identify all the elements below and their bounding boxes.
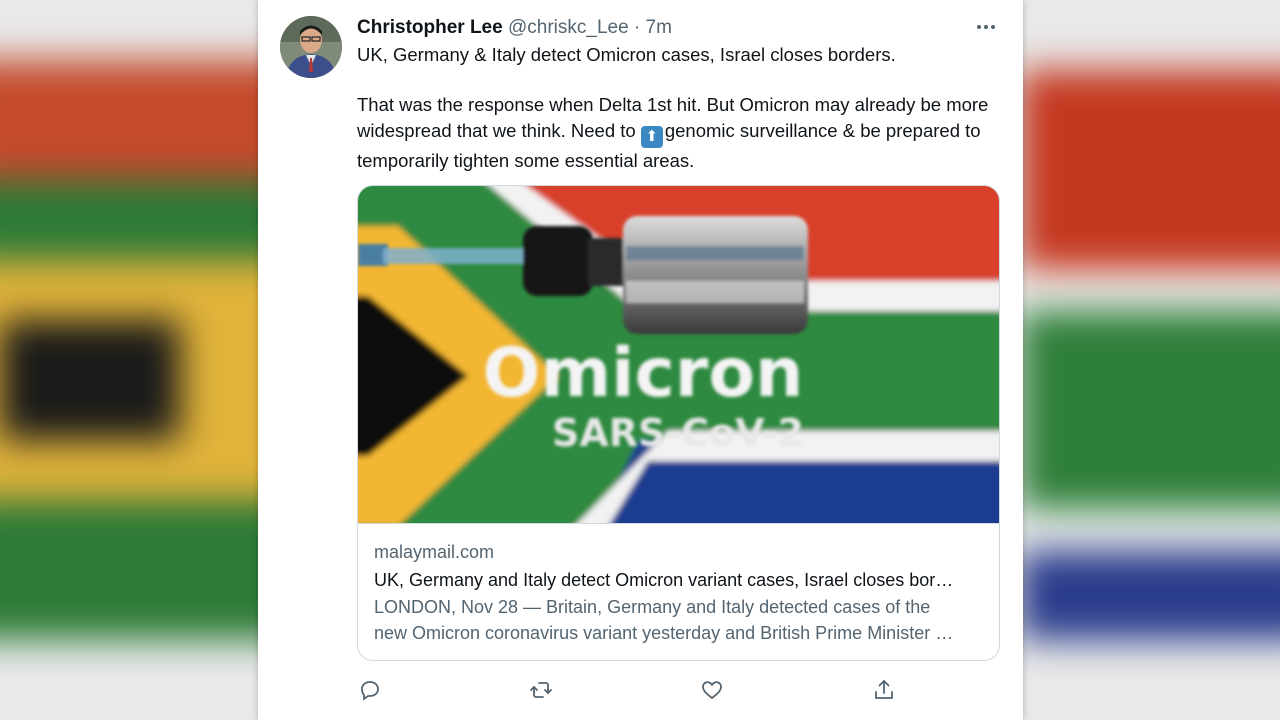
avatar-image bbox=[280, 16, 342, 78]
more-options-icon[interactable] bbox=[971, 14, 1001, 40]
tweet-actions bbox=[357, 676, 917, 706]
tweet-text-paragraph2: That was the response when Delta 1st hit… bbox=[357, 92, 997, 174]
link-preview-meta: malaymail.com UK, Germany and Italy dete… bbox=[358, 523, 999, 660]
author-name[interactable]: Christopher Lee bbox=[357, 17, 503, 38]
tweet-header: Christopher Lee @chriskc_Lee · 7m bbox=[357, 15, 672, 41]
link-preview-card[interactable]: Omicron SARS-CoV-2 malaymail.com UK, Ger… bbox=[357, 185, 1000, 661]
up-arrow-emoji-icon: ⬆ bbox=[640, 126, 663, 148]
tweet-text-line1: UK, Germany & Italy detect Omicron cases… bbox=[357, 44, 896, 65]
author-handle[interactable]: @chriskc_Lee bbox=[508, 17, 629, 38]
link-description-line2: new Omicron coronavirus variant yesterda… bbox=[374, 623, 954, 643]
reply-icon[interactable] bbox=[357, 676, 383, 704]
background-flag-right bbox=[1020, 0, 1280, 720]
image-text-omicron: Omicron bbox=[483, 334, 804, 413]
tweet-text: UK, Germany & Italy detect Omicron cases… bbox=[357, 42, 997, 174]
link-description-line1: LONDON, Nov 28 — Britain, Germany and It… bbox=[374, 597, 931, 617]
tweet-card: Christopher Lee @chriskc_Lee · 7m UK, Ge… bbox=[258, 0, 1023, 720]
link-preview-image: Omicron SARS-CoV-2 bbox=[358, 186, 999, 523]
link-description: LONDON, Nov 28 — Britain, Germany and It… bbox=[374, 594, 985, 646]
link-title: UK, Germany and Italy detect Omicron var… bbox=[374, 570, 954, 590]
link-domain: malaymail.com bbox=[374, 542, 495, 562]
separator-dot: · bbox=[633, 17, 641, 38]
like-icon[interactable] bbox=[699, 676, 725, 704]
background-flag-left bbox=[0, 0, 300, 720]
avatar[interactable] bbox=[280, 16, 342, 78]
tweet-timestamp[interactable]: 7m bbox=[646, 17, 672, 38]
retweet-icon[interactable] bbox=[528, 676, 554, 704]
image-text-sars: SARS-CoV-2 bbox=[552, 411, 804, 455]
share-icon[interactable] bbox=[871, 676, 897, 704]
